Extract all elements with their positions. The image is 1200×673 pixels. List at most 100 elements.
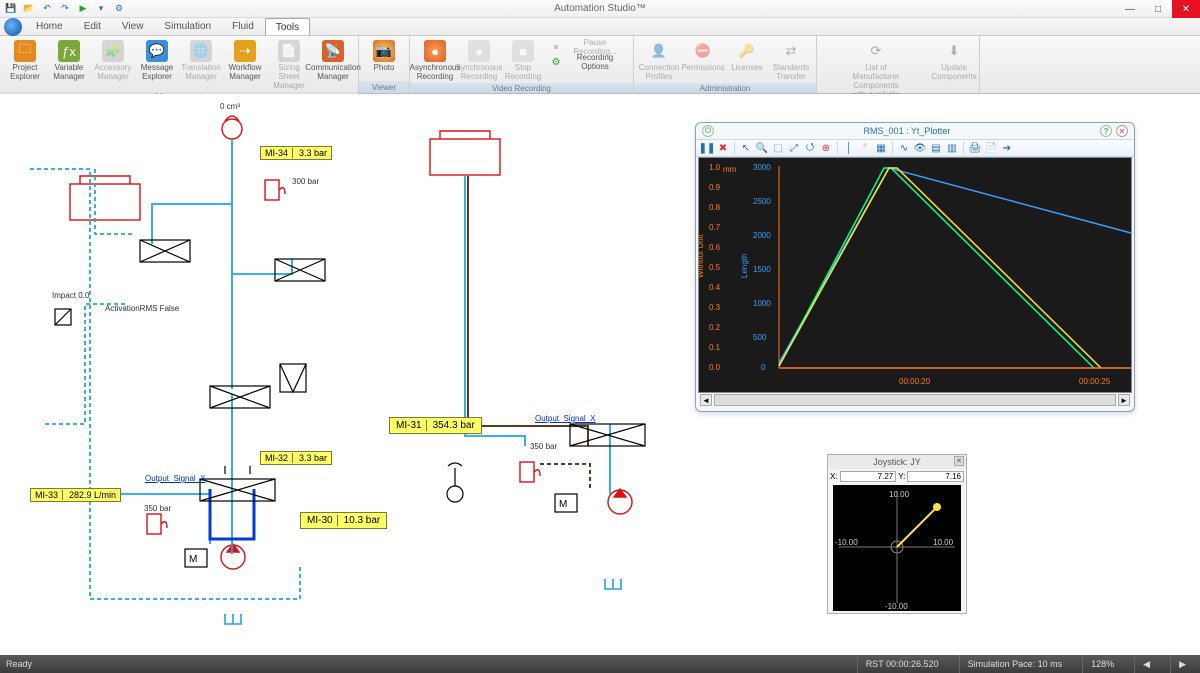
- workspace[interactable]: M M 0 cm³ 300 bar 350 bar 350 bar Impact…: [0, 94, 1200, 655]
- maximize-button[interactable]: □: [1144, 0, 1172, 18]
- tab-tools[interactable]: Tools: [265, 18, 310, 35]
- status-bar: Ready RST 00:00:26.520 Simulation Pace: …: [0, 655, 1200, 673]
- project-explorer-button[interactable]: 🗀Project Explorer: [4, 38, 46, 92]
- tab-home[interactable]: Home: [26, 18, 74, 35]
- tag-mi-31[interactable]: MI-31354.3 bar: [389, 417, 482, 434]
- joystick-panel[interactable]: Joystick: JY ✕ X: 7.27 Y: 7.16 10.00 -10…: [827, 454, 967, 614]
- tag-mi-34[interactable]: MI-343.3 bar: [260, 146, 332, 160]
- pt-marker-icon[interactable]: °: [858, 141, 872, 155]
- pt-zoom-arrow-icon[interactable]: ↖: [739, 141, 753, 155]
- licenses-button: 🔑Licenses: [726, 38, 768, 83]
- workflow-manager-button[interactable]: ⇢Workflow Manager: [224, 38, 266, 92]
- svg-text:1500: 1500: [753, 265, 771, 274]
- async-recording-button[interactable]: ●Asynchronous Recording: [414, 38, 456, 83]
- tab-edit[interactable]: Edit: [74, 18, 112, 35]
- qat-settings-icon[interactable]: ⚙: [112, 2, 126, 16]
- plotter-toolbar: ❚❚ ✖ ↖ 🔍 ⬚ ⤢ ⭯ ⊕ │ ° ▦ ∿ 👁 ▤ ▥ 🖨 📄 ➔: [696, 139, 1134, 157]
- qat-open-icon[interactable]: 📂: [22, 2, 36, 16]
- label-350bar-a: 350 bar: [144, 504, 171, 513]
- joystick-y-value[interactable]: 7.16: [907, 471, 964, 482]
- scroll-track[interactable]: [714, 394, 1116, 406]
- pt-zoom-in-icon[interactable]: 🔍: [755, 141, 769, 155]
- pt-next-icon[interactable]: ➔: [1000, 141, 1014, 155]
- tag-mi-30[interactable]: MI-3010.3 bar: [300, 512, 387, 529]
- pt-pause-icon[interactable]: ❚❚: [700, 141, 714, 155]
- ribbon-group-label: Video Recording: [410, 83, 633, 93]
- qat-more-icon[interactable]: ▾: [94, 2, 108, 16]
- pt-grid-icon[interactable]: ▦: [874, 141, 888, 155]
- qat-play-icon[interactable]: ▶: [76, 2, 90, 16]
- svg-text:0.4: 0.4: [709, 283, 721, 292]
- svg-text:2500: 2500: [753, 197, 771, 206]
- svg-text:2000: 2000: [753, 231, 771, 240]
- ribbon-group-admin: 👤Connection Profiles ⛔Permissions 🔑Licen…: [634, 36, 817, 93]
- joystick-y-label: Y:: [898, 472, 905, 481]
- link-output-signal-a[interactable]: Output_Signal_X: [145, 474, 206, 483]
- scroll-right-button[interactable]: ►: [1118, 394, 1130, 406]
- plotter-chart[interactable]: Without Unit Length mm 1.00.90.8 0.70.60…: [698, 157, 1132, 393]
- svg-text:mm: mm: [723, 165, 737, 174]
- svg-text:M: M: [189, 554, 197, 565]
- ribbon: 🗀Project Explorer ƒxVariable Manager 🧩Ac…: [0, 36, 1200, 94]
- pt-print-icon[interactable]: 🖨: [968, 141, 982, 155]
- pt-clear-icon[interactable]: ✖: [716, 141, 730, 155]
- pt-eye-icon[interactable]: 👁: [913, 141, 927, 155]
- menu-tabs: Home Edit View Simulation Fluid Tools: [0, 18, 1200, 36]
- recording-options-button[interactable]: ⚙Recording Options: [546, 55, 629, 69]
- pt-export-icon[interactable]: 📄: [984, 141, 998, 155]
- minimize-button[interactable]: —: [1116, 0, 1144, 18]
- svg-text:0.0: 0.0: [709, 363, 721, 372]
- plotter-scrollbar[interactable]: ◄ ►: [696, 393, 1134, 407]
- status-zoom[interactable]: 128%: [1082, 655, 1122, 673]
- close-button[interactable]: ✕: [1172, 0, 1200, 18]
- pt-zoom-region-icon[interactable]: ⬚: [771, 141, 785, 155]
- translation-manager-button: 🌐Translation Manager: [180, 38, 222, 92]
- svg-text:0.6: 0.6: [709, 243, 721, 252]
- tag-mi-32[interactable]: MI-323.3 bar: [260, 451, 332, 465]
- svg-text:Length: Length: [740, 254, 749, 278]
- tab-simulation[interactable]: Simulation: [154, 18, 222, 35]
- qat-undo-icon[interactable]: ↶: [40, 2, 54, 16]
- joystick-close-button[interactable]: ✕: [954, 456, 964, 466]
- status-zoom-in-button[interactable]: ▶: [1170, 655, 1194, 673]
- communication-manager-button[interactable]: 📡Communication Manager: [312, 38, 354, 92]
- photo-button[interactable]: 📷Photo: [363, 38, 405, 81]
- joystick-plot[interactable]: 10.00 -10.00 -10.00 10.00: [833, 485, 961, 611]
- svg-text:0.7: 0.7: [709, 223, 721, 232]
- tab-fluid[interactable]: Fluid: [222, 18, 265, 35]
- tag-mi-33[interactable]: MI-33282.9 L/min: [30, 488, 121, 502]
- tab-view[interactable]: View: [112, 18, 155, 35]
- svg-text:Without Unit: Without Unit: [699, 234, 705, 278]
- pt-cursor-icon[interactable]: │: [842, 141, 856, 155]
- plotter-panel[interactable]: ⏻ RMS_001 : Yt_Plotter ? ✕ ❚❚ ✖ ↖ 🔍 ⬚ ⤢ …: [695, 122, 1135, 412]
- joystick-title: Joystick: JY: [873, 457, 921, 467]
- svg-text:1000: 1000: [753, 299, 771, 308]
- variable-manager-button[interactable]: ƒxVariable Manager: [48, 38, 90, 92]
- qat-redo-icon[interactable]: ↷: [58, 2, 72, 16]
- svg-text:0.3: 0.3: [709, 303, 721, 312]
- joy-axis-ymin: -10.00: [885, 602, 908, 611]
- link-output-signal-b[interactable]: Output_Signal_X: [535, 414, 596, 423]
- message-explorer-button[interactable]: 💬Message Explorer: [136, 38, 178, 92]
- pt-grid2-icon[interactable]: ▤: [929, 141, 943, 155]
- svg-text:0.5: 0.5: [709, 263, 721, 272]
- app-logo-icon[interactable]: [4, 18, 22, 36]
- pt-zoom-reset-icon[interactable]: ⭯: [803, 141, 817, 155]
- schematic-svg: M M: [0, 94, 700, 654]
- pt-zoom-fit-icon[interactable]: ⤢: [787, 141, 801, 155]
- svg-text:1.0: 1.0: [709, 163, 721, 172]
- pt-target-icon[interactable]: ⊕: [819, 141, 833, 155]
- status-zoom-out-button[interactable]: ◀: [1134, 655, 1158, 673]
- plotter-power-icon[interactable]: ⏻: [702, 125, 714, 137]
- joystick-title-bar[interactable]: Joystick: JY ✕: [828, 455, 966, 469]
- plotter-help-icon[interactable]: ?: [1100, 125, 1112, 137]
- scroll-left-button[interactable]: ◄: [700, 394, 712, 406]
- pt-layers-icon[interactable]: ▥: [945, 141, 959, 155]
- qat-save-icon[interactable]: 💾: [4, 2, 18, 16]
- status-rst: RST 00:00:26.520: [857, 655, 947, 673]
- joystick-x-value[interactable]: 7.27: [840, 471, 897, 482]
- label-impact: Impact 0.0: [52, 291, 89, 300]
- plotter-close-icon[interactable]: ✕: [1116, 125, 1128, 137]
- pt-wave-icon[interactable]: ∿: [897, 141, 911, 155]
- status-pace: Simulation Pace: 10 ms: [959, 655, 1071, 673]
